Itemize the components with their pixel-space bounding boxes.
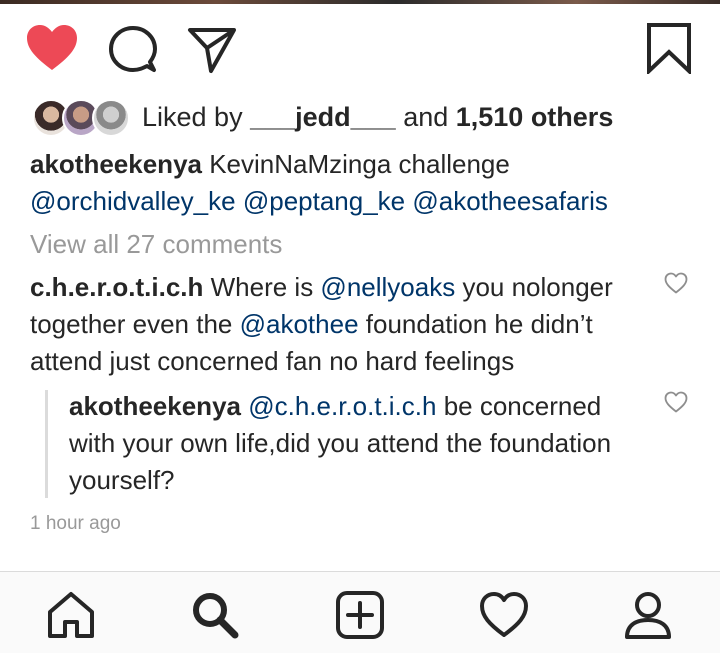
home-icon[interactable] [46,590,96,640]
comment-mention[interactable]: @nellyoaks [320,272,455,302]
post-caption: akotheekenya KevinNaMzinga challenge @or… [30,146,690,220]
comment-username[interactable]: c.h.e.r.o.t.i.c.h [30,272,203,302]
caption-mention[interactable]: @peptang_ke [243,186,405,216]
comment: c.h.e.r.o.t.i.c.h Where is @nellyoaks yo… [30,269,650,380]
new-post-icon[interactable] [335,590,385,640]
reply-like-heart-icon[interactable] [664,391,688,418]
caption-username[interactable]: akotheekenya [30,149,202,179]
bookmark-icon[interactable] [646,22,692,74]
comment-bubble-icon[interactable] [109,26,157,74]
bottom-navigation [0,571,720,653]
reply-comment: akotheekenya @c.h.e.r.o.t.i.c.h be conce… [69,388,649,499]
avatar [92,99,130,137]
view-all-comments-link[interactable]: View all 27 comments [30,229,282,260]
paper-plane-icon[interactable] [187,26,237,74]
comment-mention[interactable]: @akothee [240,309,359,339]
likes-prefix: Liked by [142,101,251,132]
top-image-edge [0,0,720,4]
liker-avatars[interactable] [30,97,130,137]
likes-connector: and [395,101,456,132]
heart-filled-icon[interactable] [26,24,78,72]
comment-text: Where is [203,272,321,302]
likes-summary: Liked by ___jedd___ and 1,510 others [142,102,613,133]
search-icon[interactable] [190,590,240,640]
likes-row: Liked by ___jedd___ and 1,510 others [30,95,613,139]
reply-thread-line [45,390,48,498]
caption-mention[interactable]: @orchidvalley_ke [30,186,236,216]
profile-icon[interactable] [623,590,673,640]
caption-mention[interactable]: @akotheesafaris [412,186,608,216]
reply-username[interactable]: akotheekenya [69,391,241,421]
reply-mention[interactable]: @c.h.e.r.o.t.i.c.h [248,391,436,421]
post-timestamp: 1 hour ago [30,513,121,534]
caption-text: KevinNaMzinga challenge [201,149,510,179]
post-action-bar [0,20,720,76]
activity-heart-icon[interactable] [479,590,529,640]
comment-like-heart-icon[interactable] [664,272,688,299]
liker-username[interactable]: ___jedd___ [250,102,396,132]
likes-count[interactable]: 1,510 others [456,102,614,132]
